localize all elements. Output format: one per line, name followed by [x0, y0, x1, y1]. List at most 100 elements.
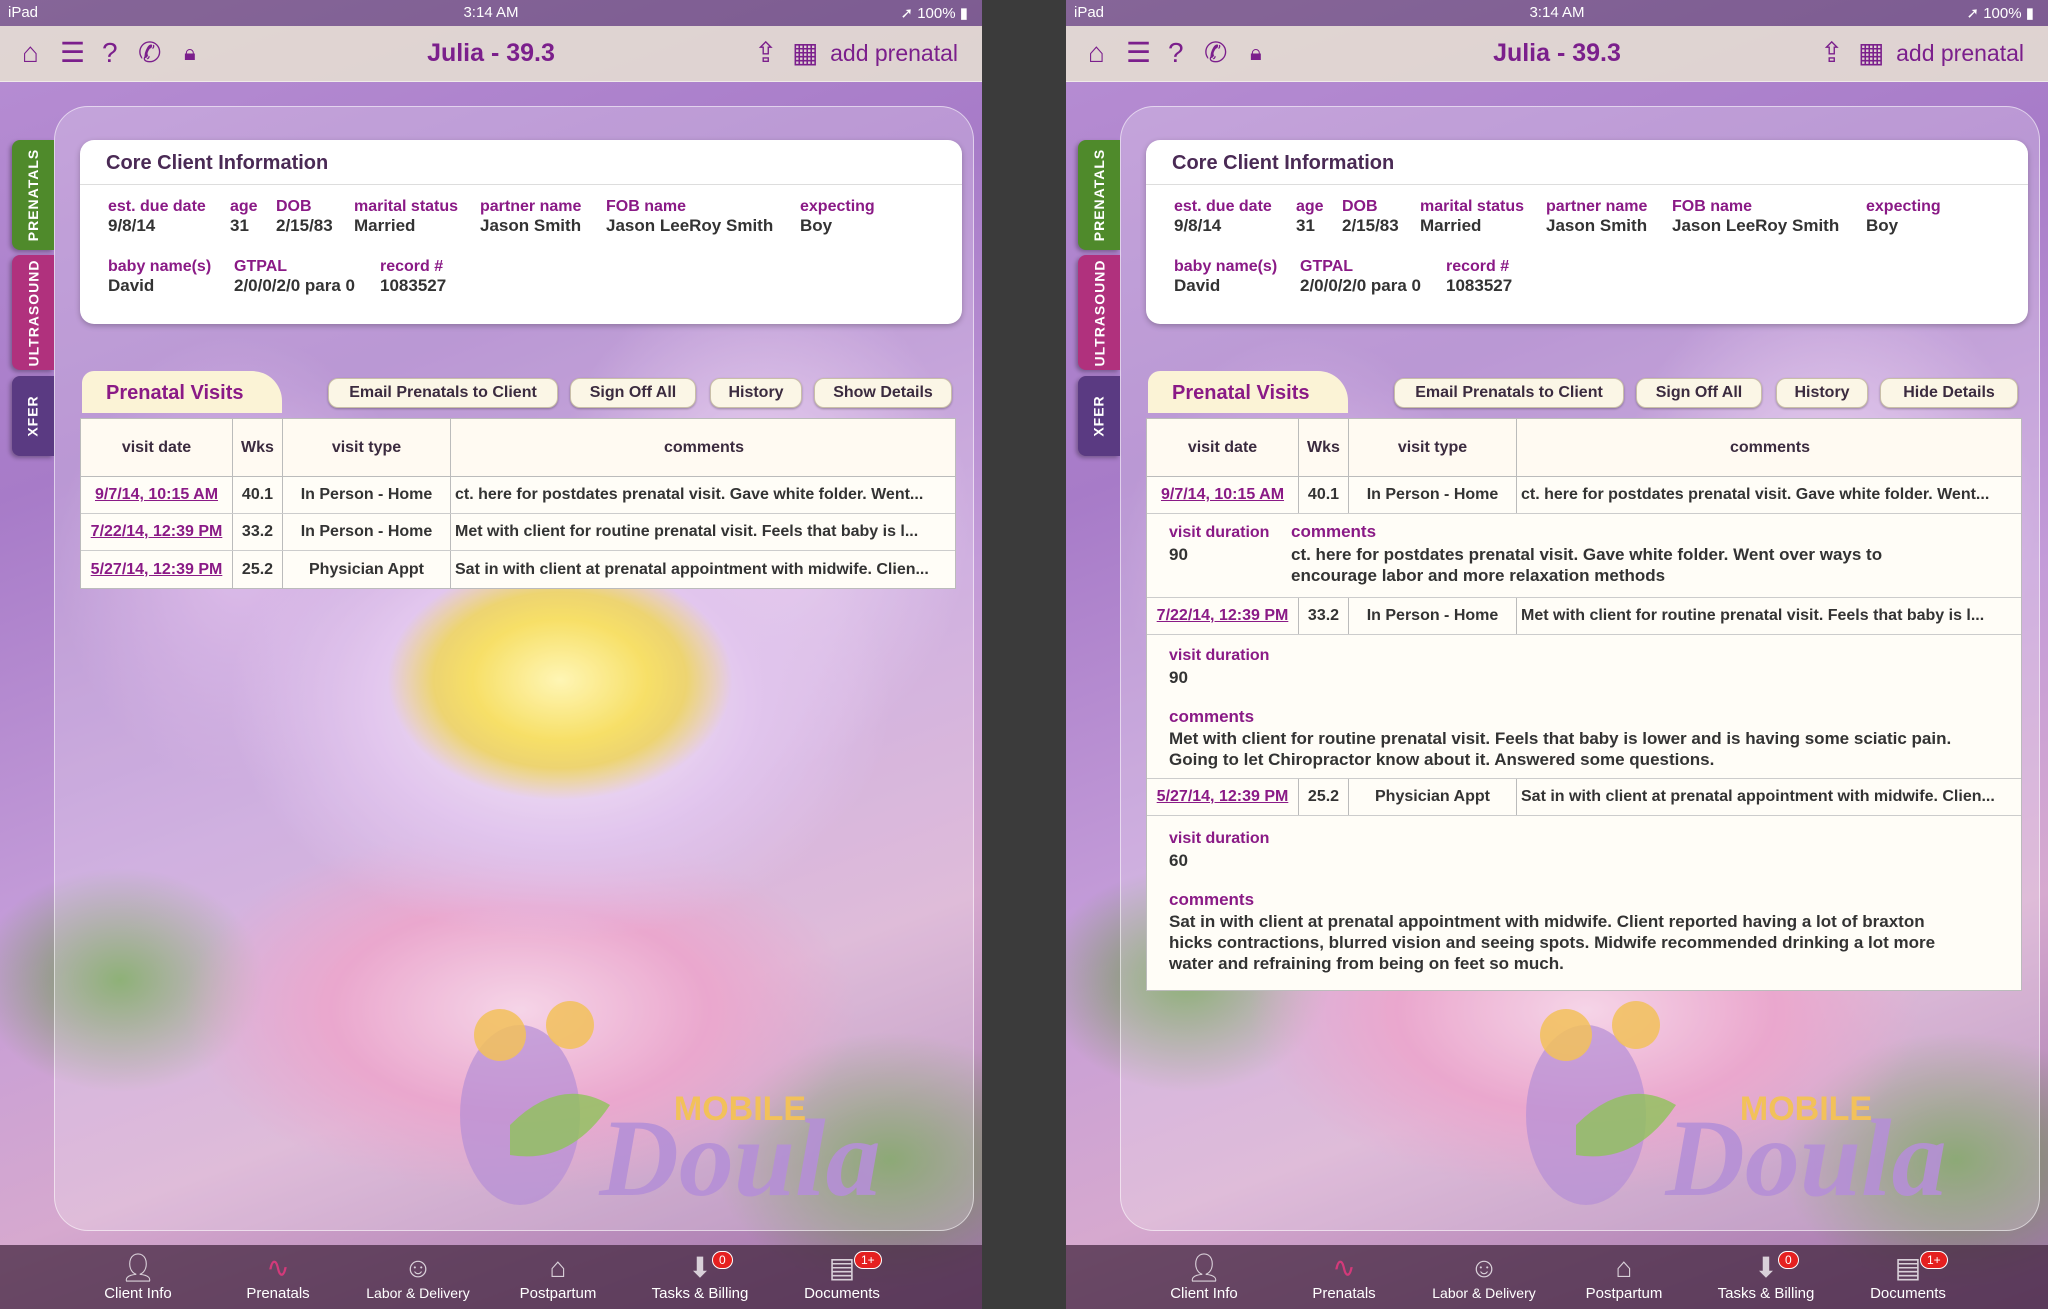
mobile-doula-logo: MOBILE Doula	[1506, 995, 2026, 1235]
table-row[interactable]: 5/27/14, 12:39 PM 25.2 Physician Appt Sa…	[81, 551, 955, 588]
visit-date-link[interactable]: 5/27/14, 12:39 PM	[91, 561, 223, 579]
badge-documents: 1+	[1920, 1251, 1948, 1269]
svg-text:Doula: Doula	[1664, 1097, 1946, 1219]
cabinet-icon: ▤	[828, 1252, 856, 1283]
field-marital: marital status Married	[354, 198, 459, 235]
top-toolbar: ⌂ ☰ ? ✆ 🔒︎ Julia - 39.3 ⇪ ▦ add prenatal	[0, 26, 982, 82]
email-prenatals-button[interactable]: Email Prenatals to Client	[328, 378, 558, 408]
col-wks: Wks	[233, 419, 283, 476]
core-client-card: Core Client Information est. due date 9/8…	[80, 140, 962, 324]
tab-tasks-billing[interactable]: ⬇ Tasks & Billing 0	[1696, 1245, 1836, 1309]
tab-labor-delivery[interactable]: ☺ Labor & Delivery	[348, 1245, 488, 1309]
history-button[interactable]: History	[710, 378, 802, 408]
field-partner: partner name Jason Smith	[1546, 198, 1648, 235]
field-baby-name: baby name(s) David	[1174, 258, 1278, 295]
table-row[interactable]: 7/22/14, 12:39 PM 33.2 In Person - Home …	[81, 514, 955, 551]
field-dob: DOB 2/15/83	[276, 198, 333, 235]
table-row[interactable]: 5/27/14, 12:39 PM 25.2 Physician Appt Sa…	[1147, 779, 2021, 816]
visit-detail: visit duration 60 comments Sat in with c…	[1147, 816, 2021, 990]
person-icon: 👤︎	[1186, 1252, 1222, 1283]
col-visit-type: visit type	[283, 419, 451, 476]
field-record: record #1083527	[380, 258, 447, 295]
field-baby-name: baby name(s) David	[108, 258, 212, 295]
tab-prenatals-bottom[interactable]: ∿ Prenatals	[208, 1245, 348, 1309]
tab-documents[interactable]: ▤ Documents 1+	[1838, 1245, 1978, 1309]
show-details-button[interactable]: Show Details	[814, 378, 952, 408]
share-icon[interactable]: ⇪	[754, 38, 777, 68]
clock: 3:14 AM	[463, 4, 519, 21]
add-prenatal-button[interactable]: add prenatal	[1896, 40, 2024, 67]
person-icon: 👤︎	[120, 1252, 156, 1283]
battery: ➚ 100% ▮	[900, 5, 968, 22]
tab-prenatals[interactable]: PRENATALS	[12, 140, 54, 250]
table-row[interactable]: 9/7/14, 10:15 AM 40.1 In Person - Home c…	[1147, 477, 2021, 514]
ipad-screen-expanded: iPad 3:14 AM ➚ 100% ▮ ⌂ ☰ ? ✆ 🔒︎ Julia -…	[1066, 0, 2048, 1309]
visit-date-link[interactable]: 9/7/14, 10:15 AM	[95, 486, 218, 504]
prenatal-visits-table: visit date Wks visit type comments 9/7/1…	[80, 418, 956, 589]
tab-prenatals-bottom[interactable]: ∿ Prenatals	[1274, 1245, 1414, 1309]
visit-date-link[interactable]: 9/7/14, 10:15 AM	[1161, 486, 1284, 504]
visit-date-link[interactable]: 7/22/14, 12:39 PM	[91, 523, 223, 541]
field-age: age 31	[1296, 198, 1324, 235]
tab-postpartum[interactable]: ⌂ Postpartum	[488, 1245, 628, 1309]
badge-tasks: 0	[1778, 1251, 1799, 1269]
email-prenatals-button[interactable]: Email Prenatals to Client	[1394, 378, 1624, 408]
add-prenatal-button[interactable]: add prenatal	[830, 40, 958, 67]
field-due-date: est. due date 9/8/14	[1174, 198, 1272, 235]
field-expecting: expecting Boy	[800, 198, 875, 235]
status-bar: iPad 3:14 AM ➚ 100% ▮	[0, 0, 982, 26]
calendar-icon[interactable]: ▦	[1858, 38, 1884, 68]
heartbeat-icon: ∿	[266, 1252, 290, 1283]
col-visit-date: visit date	[81, 419, 233, 476]
bottom-tab-bar: 👤︎ Client Info ∿ Prenatals ☺ Labor & Delive…	[0, 1245, 982, 1309]
bottom-tab-bar: 👤︎ Client Info ∿ Prenatals ☺ Labor & Delive…	[1066, 1245, 2048, 1309]
table-header: visit date Wks visit type comments	[81, 419, 955, 477]
calendar-icon[interactable]: ▦	[792, 38, 818, 68]
field-gtpal: GTPAL 2/0/0/2/0 para 0	[234, 258, 355, 295]
badge-tasks: 0	[712, 1251, 733, 1269]
inbox-icon: ⬇	[688, 1252, 712, 1283]
sign-off-all-button[interactable]: Sign Off All	[570, 378, 696, 408]
field-record: record #1083527	[1446, 258, 1513, 295]
history-button[interactable]: History	[1776, 378, 1868, 408]
field-fob: FOB name Jason LeeRoy Smith	[606, 198, 774, 235]
house-icon: ⌂	[1615, 1252, 1633, 1283]
tab-client-info[interactable]: 👤︎ Client Info	[68, 1245, 208, 1309]
tab-xfer[interactable]: XFER	[1078, 376, 1120, 456]
table-row[interactable]: 7/22/14, 12:39 PM 33.2 In Person - Home …	[1147, 598, 2021, 635]
share-icon[interactable]: ⇪	[1820, 38, 1843, 68]
prenatal-visits-table: visit date Wks visit type comments 9/7/1…	[1146, 418, 2022, 991]
field-fob: FOB name Jason LeeRoy Smith	[1672, 198, 1840, 235]
badge-documents: 1+	[854, 1251, 882, 1269]
prenatal-visits-tab[interactable]: Prenatal Visits	[82, 371, 282, 413]
prenatal-visits-tab[interactable]: Prenatal Visits	[1148, 371, 1348, 413]
tab-tasks-billing[interactable]: ⬇ Tasks & Billing 0	[630, 1245, 770, 1309]
mobile-doula-logo: MOBILE Doula	[440, 995, 960, 1235]
cabinet-icon: ▤	[1894, 1252, 1922, 1283]
ipad-screen-collapsed: iPad 3:14 AM ➚ 100% ▮ ⌂ ☰ ? ✆ 🔒︎ Julia -…	[0, 0, 982, 1309]
field-gtpal: GTPAL 2/0/0/2/0 para 0	[1300, 258, 1421, 295]
core-title: Core Client Information	[106, 152, 329, 174]
tab-labor-delivery[interactable]: ☺ Labor & Delivery	[1414, 1245, 1554, 1309]
tab-ultrasound[interactable]: ULTRASOUND	[1078, 255, 1120, 370]
field-due-date: est. due date 9/8/14	[108, 198, 206, 235]
tab-prenatals[interactable]: PRENATALS	[1078, 140, 1120, 250]
tab-documents[interactable]: ▤ Documents 1+	[772, 1245, 912, 1309]
hide-details-button[interactable]: Hide Details	[1880, 378, 2018, 408]
tab-postpartum[interactable]: ⌂ Postpartum	[1554, 1245, 1694, 1309]
field-expecting: expecting Boy	[1866, 198, 1941, 235]
table-row[interactable]: 9/7/14, 10:15 AM 40.1 In Person - Home c…	[81, 477, 955, 514]
table-header: visit date Wks visit type comments	[1147, 419, 2021, 477]
tab-client-info[interactable]: 👤︎ Client Info	[1134, 1245, 1274, 1309]
house-icon: ⌂	[549, 1252, 567, 1283]
field-partner: partner name Jason Smith	[480, 198, 582, 235]
core-title: Core Client Information	[1172, 152, 1395, 174]
status-bar: iPad 3:14 AM ➚ 100% ▮	[1066, 0, 2048, 26]
visit-date-link[interactable]: 7/22/14, 12:39 PM	[1157, 607, 1289, 625]
sign-off-all-button[interactable]: Sign Off All	[1636, 378, 1762, 408]
tab-xfer[interactable]: XFER	[12, 376, 54, 456]
visit-detail: visit duration 90 comments Met with clie…	[1147, 635, 2021, 779]
visit-date-link[interactable]: 5/27/14, 12:39 PM	[1157, 788, 1289, 806]
baby-icon: ☺	[403, 1252, 433, 1283]
tab-ultrasound[interactable]: ULTRASOUND	[12, 255, 54, 370]
